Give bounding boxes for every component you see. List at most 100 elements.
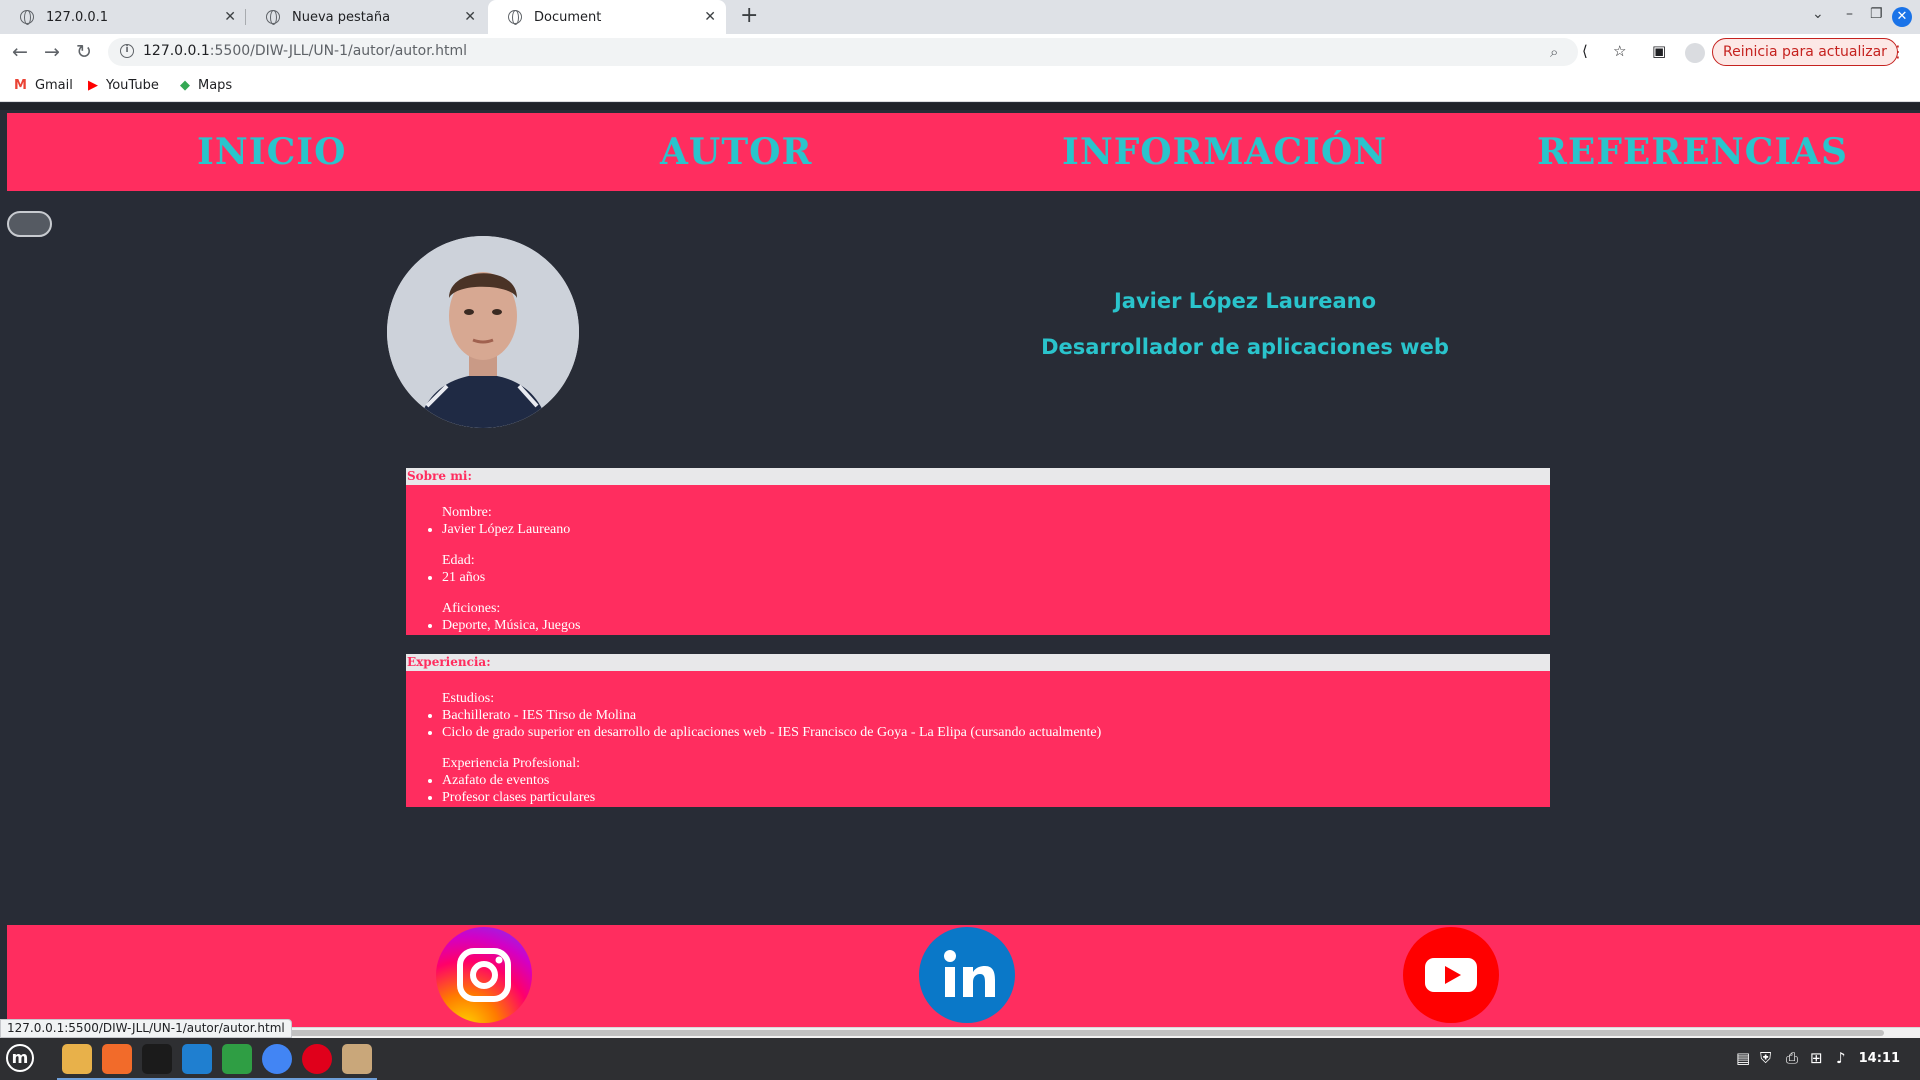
nav-informacion[interactable]: INFORMACIÓN (1062, 131, 1387, 173)
status-url: 127.0.0.1:5500/DIW-JLL/UN-1/autor/autor.… (0, 1019, 292, 1038)
minimize-icon[interactable]: – (1846, 6, 1853, 22)
list-item: 21 años (442, 569, 1550, 586)
close-window-icon[interactable]: ✕ (1892, 7, 1912, 27)
share-icon[interactable]: ⟨ (1582, 42, 1588, 60)
side-panel-icon[interactable]: ▣ (1652, 42, 1666, 60)
list-item: Ciclo de grado superior en desarrollo de… (442, 724, 1550, 741)
main-nav: INICIO AUTOR INFORMACIÓN REFERENCIAS (7, 113, 1920, 191)
tab-search-icon[interactable]: ⌄ (1812, 6, 1824, 22)
browser-tab-strip: 127.0.0.1 ✕ Nueva pestaña ✕ Document ✕ +… (0, 0, 1920, 34)
volume-icon[interactable]: ♪ (1836, 1049, 1846, 1067)
linkedin-icon (944, 950, 995, 997)
bookmark-maps[interactable]: ◆ Maps (180, 78, 232, 93)
experience-group-studies: Estudios: Bachillerato - IES Tirso de Mo… (442, 690, 1550, 741)
firefox-icon[interactable] (97, 1044, 137, 1080)
experience-section: Experiencia: Estudios: Bachillerato - IE… (406, 654, 1550, 807)
chrome-icon (266, 10, 280, 25)
network-icon[interactable]: ⊞ (1810, 1049, 1823, 1067)
group-label: Edad: (442, 553, 475, 568)
gmail-icon: M (14, 78, 27, 93)
list-item: Deporte, Música, Juegos (442, 617, 1550, 634)
url-path: :5500/DIW-JLL/UN-1/autor/autor.html (209, 43, 468, 59)
os-taskbar: m ▤ ⛨ ⎙ ⊞ ♪ 14:11 (0, 1038, 1920, 1080)
chrome-icon[interactable] (257, 1044, 297, 1080)
page-content: INICIO AUTOR INFORMACIÓN REFERENCIAS Jav… (0, 103, 1920, 1027)
close-tab-icon[interactable]: ✕ (704, 9, 716, 25)
clipboard-icon[interactable]: ▤ (1736, 1049, 1750, 1067)
tab-title: 127.0.0.1 (46, 9, 109, 25)
page-top-strip (0, 103, 1920, 110)
author-name: Javier López Laureano (1113, 289, 1377, 313)
files-icon[interactable] (57, 1044, 97, 1080)
bookmark-youtube[interactable]: ▶ YouTube (88, 78, 159, 93)
about-group-age: Edad: 21 años (442, 552, 1550, 586)
shield-app-icon[interactable] (217, 1044, 257, 1080)
forward-icon[interactable]: → (44, 41, 60, 63)
theme-toggle[interactable] (7, 211, 52, 237)
browser-toolbar: ← → ↻ i 127.0.0.1:5500/DIW-JLL/UN-1/auto… (0, 34, 1920, 70)
nav-referencias[interactable]: REFERENCIAS (1537, 131, 1848, 173)
nav-inicio[interactable]: INICIO (197, 131, 346, 173)
instagram-icon (457, 948, 511, 1002)
address-bar[interactable]: i 127.0.0.1:5500/DIW-JLL/UN-1/autor/auto… (108, 38, 1578, 66)
nav-autor[interactable]: AUTOR (660, 131, 812, 173)
archive-icon[interactable] (337, 1044, 377, 1080)
about-title: Sobre mi: (406, 468, 1550, 485)
about-section: Sobre mi: Nombre: Javier López Laureano … (406, 468, 1550, 635)
opera-icon[interactable] (297, 1044, 337, 1080)
youtube-icon (1425, 958, 1477, 992)
close-tab-icon[interactable]: ✕ (224, 9, 236, 25)
experience-group-professional: Experiencia Profesional: Azafato de even… (442, 755, 1550, 806)
shield-tray-icon[interactable]: ⛨ (1760, 1049, 1771, 1067)
social-footer (7, 925, 1920, 1027)
new-tab-button[interactable]: + (740, 3, 758, 28)
site-info-icon[interactable]: i (120, 44, 134, 58)
bookmarks-bar: M Gmail ▶ YouTube ◆ Maps (0, 70, 1920, 102)
bookmark-label: YouTube (106, 78, 159, 93)
about-group-hobbies: Aficiones: Deporte, Música, Juegos (442, 600, 1550, 634)
maps-icon: ◆ (180, 78, 190, 93)
instagram-link[interactable] (436, 927, 532, 1023)
zoom-icon[interactable]: ⌕ (1550, 43, 1558, 61)
globe-icon (20, 10, 34, 25)
author-photo (387, 236, 579, 428)
experience-title: Experiencia: (406, 654, 1550, 671)
update-button[interactable]: Reinicia para actualizar (1712, 38, 1898, 66)
globe-icon (508, 10, 522, 25)
youtube-link[interactable] (1403, 927, 1499, 1023)
url-host: 127.0.0.1 (143, 43, 210, 59)
group-label: Experiencia Profesional: (442, 756, 581, 771)
tab-document[interactable]: Document ✕ (488, 0, 726, 34)
portrait-illustration (387, 236, 579, 428)
back-icon[interactable]: ← (12, 41, 28, 63)
group-label: Nombre: (442, 505, 492, 520)
menu-kebab-icon[interactable]: ⋮ (1890, 42, 1906, 61)
tab-localhost[interactable]: 127.0.0.1 ✕ (0, 0, 246, 34)
vscode-icon[interactable] (177, 1044, 217, 1080)
group-label: Estudios: (442, 691, 495, 706)
clock[interactable]: 14:11 (1859, 1051, 1900, 1066)
bookmark-label: Gmail (34, 78, 73, 93)
mint-menu-icon[interactable]: m (6, 1044, 34, 1072)
group-label: Aficiones: (442, 601, 501, 616)
list-item: Bachillerato - IES Tirso de Molina (442, 707, 1550, 724)
url-text[interactable]: 127.0.0.1:5500/DIW-JLL/UN-1/autor/autor.… (143, 43, 467, 59)
about-group-name: Nombre: Javier López Laureano (442, 504, 1550, 538)
tab-title: Nueva pestaña (292, 9, 391, 25)
author-role: Desarrollador de aplicaciones web (1041, 335, 1449, 359)
list-item: Javier López Laureano (442, 521, 1550, 538)
printer-icon[interactable]: ⎙ (1786, 1049, 1798, 1067)
list-item: Profesor clases particulares (442, 789, 1550, 806)
tab-new-tab[interactable]: Nueva pestaña ✕ (246, 0, 486, 34)
close-tab-icon[interactable]: ✕ (464, 9, 476, 25)
tab-title: Document (534, 9, 602, 25)
bookmark-gmail[interactable]: M Gmail (14, 78, 73, 93)
bookmark-star-icon[interactable]: ☆ (1613, 42, 1626, 60)
terminal-icon[interactable] (137, 1044, 177, 1080)
profile-avatar[interactable] (1685, 43, 1705, 63)
linkedin-link[interactable] (919, 927, 1015, 1023)
bookmark-label: Maps (198, 78, 233, 93)
youtube-icon: ▶ (88, 78, 98, 93)
restore-icon[interactable]: ❐ (1870, 6, 1883, 22)
reload-icon[interactable]: ↻ (76, 41, 92, 63)
